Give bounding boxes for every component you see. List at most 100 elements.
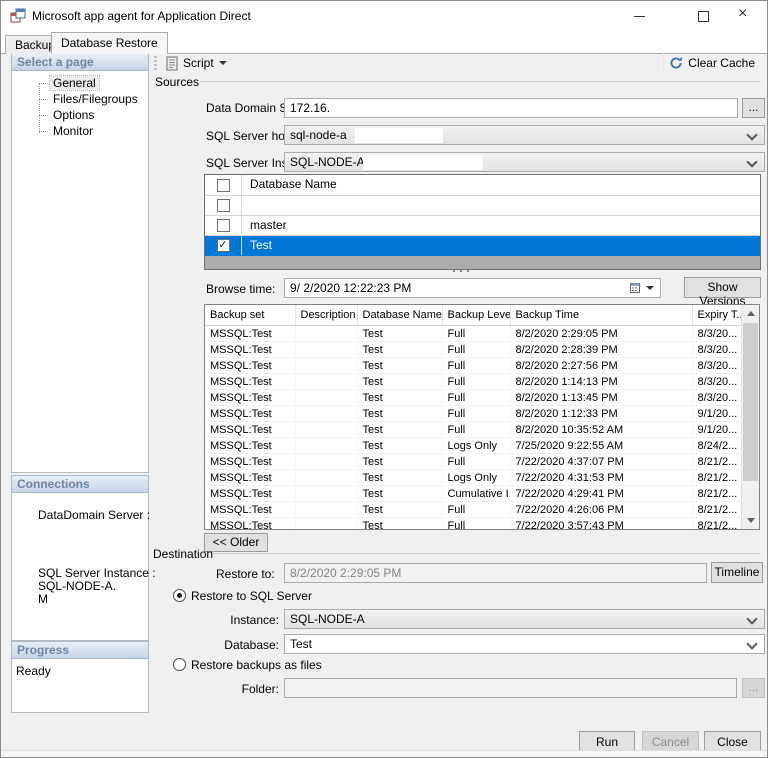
app-icon xyxy=(10,8,26,24)
progress-status: Ready xyxy=(16,665,51,678)
backup-sets-table: Backup setDescriptionDatabase NameBackup… xyxy=(204,304,760,530)
table-row[interactable]: MSSQL:TestTestFull8/2/2020 1:14:13 PM8/3… xyxy=(205,374,743,390)
sql-server-host-select[interactable]: sql-node-a xyxy=(284,125,765,145)
table-cell: MSSQL:Test xyxy=(205,518,295,531)
database-row[interactable]: master xyxy=(205,216,760,236)
clear-cache-label: Clear Cache xyxy=(688,56,755,70)
database-grid: Database Name master✓Test xyxy=(204,174,761,270)
table-cell: 8/2/2020 2:27:56 PM xyxy=(510,358,692,374)
table-cell: MSSQL:Test xyxy=(205,486,295,502)
table-row[interactable]: MSSQL:TestTestFull7/22/2020 4:37:07 PM8/… xyxy=(205,454,743,470)
select-all-checkbox[interactable] xyxy=(217,179,230,192)
browse-time-picker[interactable]: 9/ 2/2020 12:22:23 PM xyxy=(284,278,661,298)
table-cell: 8/2/2020 1:14:13 PM xyxy=(510,374,692,390)
column-header[interactable]: Description xyxy=(295,305,357,326)
minimize-icon[interactable] xyxy=(617,1,662,31)
scroll-up-icon[interactable] xyxy=(742,305,759,322)
close-icon[interactable]: × xyxy=(724,1,768,31)
restore-to-field: 8/2/2020 2:29:05 PM xyxy=(284,563,707,583)
table-cell xyxy=(295,358,357,374)
row-checkbox[interactable] xyxy=(217,219,230,232)
table-cell xyxy=(295,342,357,358)
table-row[interactable]: MSSQL:TestTestFull8/2/2020 10:35:52 AM9/… xyxy=(205,422,743,438)
column-header[interactable]: Database Name xyxy=(357,305,442,326)
row-checkbox[interactable]: ✓ xyxy=(217,239,230,252)
database-value: Test xyxy=(290,637,312,651)
sql-server-host-value: sql-node-a xyxy=(290,128,347,142)
table-cell xyxy=(295,470,357,486)
data-domain-browse-button[interactable]: ... xyxy=(742,98,765,118)
database-row[interactable] xyxy=(205,196,760,216)
sql-instance-value: SQL-NODE-A. xyxy=(38,580,156,593)
older-button[interactable]: << Older xyxy=(204,533,268,552)
toolbar-grip[interactable] xyxy=(154,56,157,70)
row-checkbox-cell: ✓ xyxy=(205,236,242,255)
splitter-handle[interactable] xyxy=(453,270,455,272)
database-row[interactable]: ✓Test xyxy=(205,236,760,256)
table-cell: MSSQL:Test xyxy=(205,358,295,374)
table-row[interactable]: MSSQL:TestTestLogs Only7/22/2020 4:31:53… xyxy=(205,470,743,486)
script-label: Script xyxy=(183,56,214,70)
table-row[interactable]: MSSQL:TestTestFull8/2/2020 2:29:05 PM8/3… xyxy=(205,326,743,342)
restore-as-files-radio-label[interactable]: Restore backups as files xyxy=(191,658,322,672)
scroll-down-icon[interactable] xyxy=(742,512,759,529)
table-row[interactable]: MSSQL:TestTestCumulative I...7/22/2020 4… xyxy=(205,486,743,502)
table-row[interactable]: MSSQL:TestTestFull7/22/2020 4:26:06 PM8/… xyxy=(205,502,743,518)
row-checkbox[interactable] xyxy=(217,199,230,212)
restore-to-sql-radio[interactable] xyxy=(173,589,186,602)
sidebar-item-general[interactable]: General xyxy=(50,76,148,92)
tree-connector xyxy=(39,84,40,133)
vertical-scrollbar[interactable] xyxy=(741,305,759,529)
column-header[interactable]: Backup set xyxy=(205,305,295,326)
restore-to-sql-radio-label[interactable]: Restore to SQL Server xyxy=(191,589,312,603)
chevron-down-icon xyxy=(746,129,757,140)
app-window: Microsoft app agent for Application Dire… xyxy=(0,0,768,758)
show-versions-button[interactable]: Show Versions xyxy=(684,277,761,298)
database-name-column-header[interactable]: Database Name xyxy=(242,175,760,195)
table-row[interactable]: MSSQL:TestTestFull7/22/2020 3:57:43 PM8/… xyxy=(205,518,743,531)
column-header[interactable]: Backup Time xyxy=(510,305,692,326)
table-cell xyxy=(295,518,357,531)
folder-browse-button: ... xyxy=(742,678,765,698)
restore-to-label: Restore to: xyxy=(216,567,275,581)
scrollbar-thumb[interactable] xyxy=(743,323,758,481)
column-header[interactable]: Expiry T... xyxy=(692,305,743,326)
restore-to-value: 8/2/2020 2:29:05 PM xyxy=(290,566,401,580)
table-cell: Full xyxy=(442,502,510,518)
chevron-down-icon xyxy=(746,638,757,649)
maximize-icon[interactable] xyxy=(680,1,725,31)
table-row[interactable]: MSSQL:TestTestFull8/2/2020 1:12:33 PM9/1… xyxy=(205,406,743,422)
timeline-button[interactable]: Timeline xyxy=(711,562,763,583)
tab-database-restore[interactable]: Database Restore xyxy=(51,32,168,54)
sidebar-item-monitor[interactable]: Monitor xyxy=(50,124,148,140)
row-checkbox-cell xyxy=(205,216,242,235)
table-cell: 8/21/2... xyxy=(692,502,743,518)
instance-select[interactable]: SQL-NODE-A xyxy=(284,609,765,629)
table-cell: MSSQL:Test xyxy=(205,422,295,438)
table-cell xyxy=(295,390,357,406)
column-header[interactable]: Backup Level xyxy=(442,305,510,326)
database-name-cell: master xyxy=(242,216,760,235)
database-label: Database: xyxy=(199,638,279,652)
refresh-icon xyxy=(669,56,683,70)
table-cell: 8/3/20... xyxy=(692,358,743,374)
chevron-down-icon xyxy=(646,286,654,290)
table-cell: Test xyxy=(357,358,442,374)
sidebar-item-files-filegroups[interactable]: Files/Filegroups xyxy=(50,92,148,108)
tab-strip: Backup Database Restore xyxy=(1,31,767,53)
sidebar-item-options[interactable]: Options xyxy=(50,108,148,124)
sql-server-instance-select[interactable]: SQL-NODE-A. xyxy=(284,152,765,172)
script-button[interactable]: Script xyxy=(162,54,231,72)
data-domain-server-input[interactable]: 172.16. xyxy=(284,98,738,118)
table-cell: Test xyxy=(357,470,442,486)
database-select[interactable]: Test xyxy=(284,634,765,654)
table-row[interactable]: MSSQL:TestTestFull8/2/2020 1:13:45 PM8/3… xyxy=(205,390,743,406)
table-row[interactable]: MSSQL:TestTestLogs Only7/25/2020 9:22:55… xyxy=(205,438,743,454)
table-cell: MSSQL:Test xyxy=(205,374,295,390)
restore-as-files-radio[interactable] xyxy=(173,658,186,671)
table-row[interactable]: MSSQL:TestTestFull8/2/2020 2:28:39 PM8/3… xyxy=(205,342,743,358)
table-row[interactable]: MSSQL:TestTestFull8/2/2020 2:27:56 PM8/3… xyxy=(205,358,743,374)
clear-cache-button[interactable]: Clear Cache xyxy=(663,53,760,72)
table-cell: Full xyxy=(442,406,510,422)
table-cell: 8/21/2... xyxy=(692,470,743,486)
